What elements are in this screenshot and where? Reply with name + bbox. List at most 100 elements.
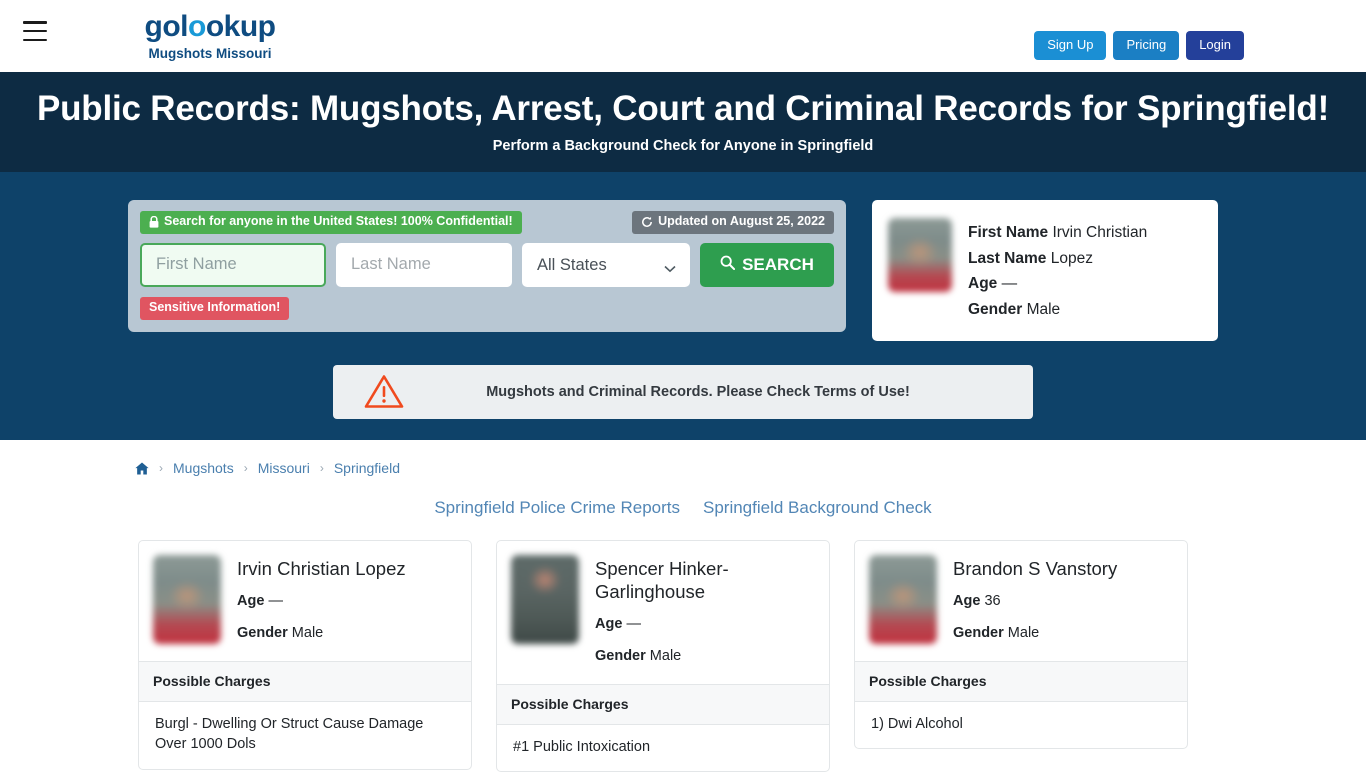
age-value: — (1001, 275, 1018, 293)
result-card[interactable]: Spencer Hinker-Garlinghouse Age — Gender… (496, 540, 830, 772)
gender-label: Gender (953, 624, 1004, 641)
gender-value: Male (1007, 624, 1040, 641)
home-icon[interactable] (135, 462, 149, 475)
last-name-row: Last Name Lopez (968, 246, 1147, 272)
page-title: Public Records: Mugshots, Arrest, Court … (36, 89, 1330, 128)
result-gender-row: Gender Male (237, 623, 406, 645)
last-name-input[interactable] (336, 242, 512, 287)
terms-warning-text: Mugshots and Criminal Records. Please Ch… (486, 383, 910, 400)
result-age-row: Age — (237, 591, 406, 613)
search-row: All States SEARCH (140, 242, 834, 287)
breadcrumb-item-missouri[interactable]: Missouri (258, 460, 310, 476)
search-button[interactable]: SEARCH (700, 242, 834, 287)
confidential-badge: Search for anyone in the United States! … (140, 211, 522, 234)
age-label: Age (237, 593, 265, 610)
result-card-body: Brandon S Vanstory Age 36 Gender Male (855, 541, 1187, 661)
search-wrap: Search for anyone in the United States! … (128, 200, 1238, 341)
first-name-label: First Name (968, 224, 1049, 241)
result-gender-row: Gender Male (953, 623, 1117, 645)
state-select[interactable]: All States (522, 242, 690, 287)
gender-value: Male (1026, 301, 1061, 319)
age-value: 36 (984, 593, 1001, 610)
gender-value: Male (291, 624, 324, 641)
logo-text-part2: okup (205, 10, 276, 43)
possible-charges-header: Possible Charges (139, 660, 471, 702)
search-panel-top: Search for anyone in the United States! … (140, 211, 834, 234)
result-person-name: Irvin Christian Lopez (237, 558, 406, 579)
gender-label: Gender (595, 648, 646, 664)
result-card-info: Brandon S Vanstory Age 36 Gender Male (953, 555, 1117, 645)
logo-wordmark: golookup (135, 12, 285, 42)
avatar (869, 555, 937, 644)
age-value: — (268, 593, 283, 610)
site-header: golookup Mugshots Missouri Sign Up Prici… (0, 0, 1366, 72)
possible-charges-text: Burgl - Dwelling Or Struct Cause Damage … (155, 715, 424, 753)
age-label: Age (953, 593, 981, 610)
logo-text-o: o (188, 10, 206, 43)
result-card-body: Spencer Hinker-Garlinghouse Age — Gender… (497, 541, 829, 684)
search-section: Search for anyone in the United States! … (0, 172, 1366, 440)
first-name-input[interactable] (140, 242, 326, 287)
logo-text-part1: gol (144, 10, 189, 43)
brand-logo[interactable]: golookup Mugshots Missouri (135, 12, 285, 61)
results-grid: Irvin Christian Lopez Age — Gender Male … (138, 540, 1228, 772)
hamburger-bar (23, 21, 47, 24)
confidential-badge-text: Search for anyone in the United States! … (164, 214, 513, 228)
search-icon (720, 255, 736, 275)
breadcrumb-item-mugshots[interactable]: Mugshots (173, 460, 234, 476)
avatar (888, 218, 952, 292)
age-label: Age (595, 616, 623, 633)
main-content: › Mugshots › Missouri › Springfield Spri… (0, 440, 1366, 772)
sensitive-badge: Sensitive Information! (140, 296, 290, 320)
result-card-info: Irvin Christian Lopez Age — Gender Male (237, 555, 406, 645)
link-police-crime-reports[interactable]: Springfield Police Crime Reports (434, 498, 680, 518)
featured-person-card[interactable]: First Name Irvin Christian Last Name Lop… (872, 200, 1218, 341)
featured-person-details: First Name Irvin Christian Last Name Lop… (968, 218, 1147, 323)
breadcrumb-separator: › (159, 461, 163, 475)
logo-subtitle: Mugshots Missouri (148, 46, 272, 61)
last-name-value: Lopez (1050, 249, 1093, 267)
possible-charges-text: #1 Public Intoxication (513, 738, 651, 755)
updated-badge-text: Updated on August 25, 2022 (658, 214, 825, 228)
search-panel: Search for anyone in the United States! … (128, 200, 846, 332)
gender-label: Gender (237, 624, 288, 641)
refresh-icon (641, 216, 653, 228)
hamburger-bar (23, 29, 47, 33)
lock-icon (149, 215, 159, 228)
result-age-row: Age — (595, 614, 815, 636)
search-button-label: SEARCH (742, 254, 814, 274)
result-person-name: Spencer Hinker-Garlinghouse (595, 558, 729, 603)
breadcrumb: › Mugshots › Missouri › Springfield (128, 460, 1238, 476)
age-row: Age — (968, 271, 1147, 297)
possible-charges-text: 1) Dwi Alcohol (871, 715, 963, 732)
breadcrumb-separator: › (243, 461, 248, 475)
possible-charges-header: Possible Charges (855, 660, 1187, 702)
result-card-body: Irvin Christian Lopez Age — Gender Male (139, 541, 471, 661)
avatar (153, 555, 221, 644)
link-background-check[interactable]: Springfield Background Check (703, 498, 932, 518)
result-card[interactable]: Irvin Christian Lopez Age — Gender Male … (138, 540, 472, 770)
state-select-wrap: All States (522, 242, 690, 287)
result-age-row: Age 36 (953, 591, 1117, 613)
quick-links: Springfield Police Crime Reports Springf… (0, 498, 1366, 518)
first-name-row: First Name Irvin Christian (968, 220, 1147, 246)
result-person-name: Brandon S Vanstory (953, 558, 1118, 579)
avatar (511, 555, 579, 644)
hamburger-icon[interactable] (23, 21, 47, 41)
gender-label: Gender (968, 301, 1023, 319)
result-gender-row: Gender Male (595, 646, 815, 668)
signup-button[interactable]: Sign Up (1034, 31, 1107, 60)
pricing-button[interactable]: Pricing (1113, 31, 1180, 60)
age-value: — (626, 616, 641, 633)
gender-row: Gender Male (968, 297, 1147, 323)
updated-badge: Updated on August 25, 2022 (632, 211, 834, 234)
age-label: Age (968, 275, 998, 293)
gender-value: Male (649, 648, 682, 664)
first-name-value: Irvin Christian (1052, 224, 1148, 241)
terms-warning-banner: Mugshots and Criminal Records. Please Ch… (333, 364, 1033, 419)
alert-triangle-icon (363, 373, 423, 411)
result-card[interactable]: Brandon S Vanstory Age 36 Gender Male Po… (854, 540, 1188, 750)
login-button[interactable]: Login (1186, 31, 1244, 60)
breadcrumb-item-springfield[interactable]: Springfield (334, 460, 400, 476)
possible-charges-header: Possible Charges (497, 683, 829, 725)
